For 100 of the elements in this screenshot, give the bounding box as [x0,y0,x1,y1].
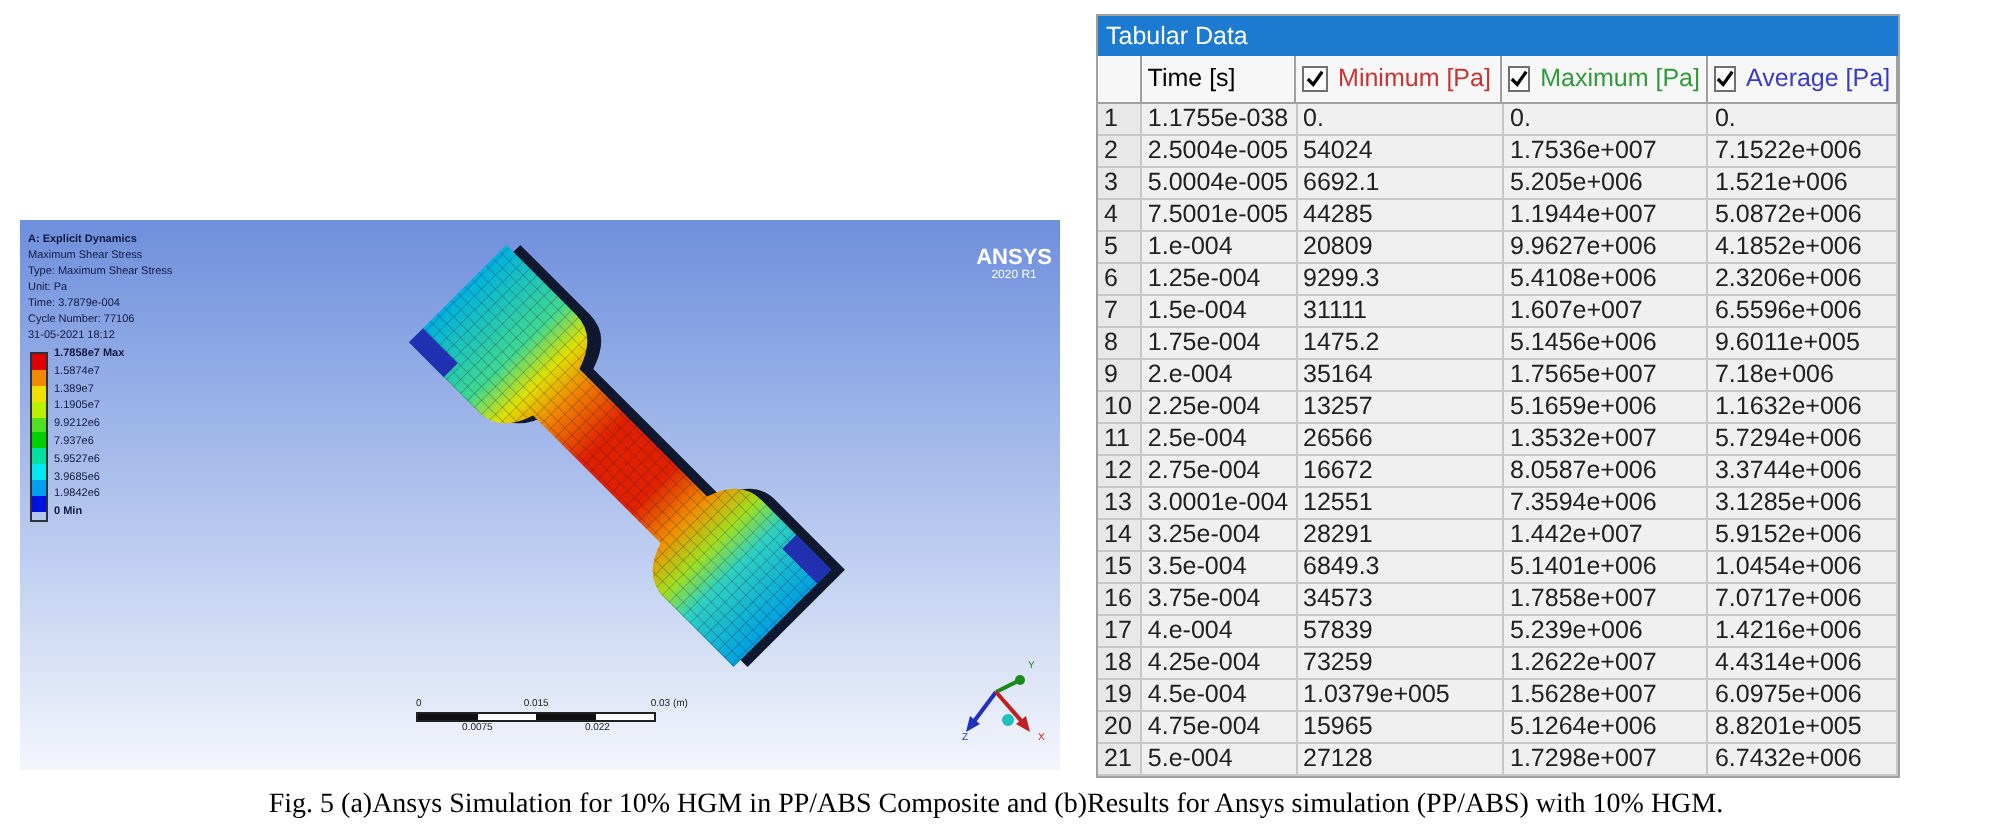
table-cell: 27128 [1297,744,1504,776]
table-cell: 34573 [1297,584,1504,616]
table-cell: 8.0587e+006 [1504,456,1709,488]
table-cell: 31111 [1297,296,1504,328]
column-header[interactable]: Time [s] [1141,56,1297,104]
row-number: 6 [1098,264,1142,296]
table-cell: 1.1632e+006 [1708,392,1898,424]
table-cell: 5.0872e+006 [1708,200,1898,232]
checkbox[interactable] [1508,66,1531,92]
table-cell: 1.5e-004 [1141,296,1298,328]
table-cell: 6.7432e+006 [1708,744,1898,776]
table-cell: 1.2622e+007 [1504,648,1709,680]
column-header[interactable]: Average [Pa] [1708,56,1898,104]
check-icon [1306,70,1325,88]
table-cell: 5.0004e-005 [1141,168,1298,200]
table-cell: 9.6011e+005 [1708,328,1898,360]
table-cell: 28291 [1297,520,1504,552]
table-cell: 3.5e-004 [1141,552,1298,584]
row-number: 18 [1098,648,1142,680]
row-number: 12 [1098,456,1142,488]
table-cell: 1.7536e+007 [1504,136,1709,168]
row-number: 17 [1098,616,1142,648]
table-cell: 5.9152e+006 [1708,520,1898,552]
table-cell: 2.75e-004 [1141,456,1298,488]
table-cell: 4.75e-004 [1141,712,1298,744]
table-cell: 5.1264e+006 [1504,712,1709,744]
row-number: 10 [1098,392,1142,424]
table-cell: 6849.3 [1297,552,1504,584]
table-cell: 0. [1708,104,1898,136]
row-number: 9 [1098,360,1142,392]
table-cell: 4.e-004 [1141,616,1298,648]
table-cell: 5.1456e+006 [1504,328,1709,360]
table-cell: 1.1755e-038 [1141,104,1298,136]
row-number: 13 [1098,488,1142,520]
table-cell: 35164 [1297,360,1504,392]
table-cell: 1.25e-004 [1141,264,1298,296]
row-number: 8 [1098,328,1142,360]
panel-title: Tabular Data [1098,16,1898,56]
row-number: 16 [1098,584,1142,616]
checkbox[interactable] [1714,66,1736,92]
table-cell: 9.9627e+006 [1504,232,1709,264]
table-cell: 3.3744e+006 [1708,456,1898,488]
table-cell: 44285 [1297,200,1504,232]
check-icon [1510,70,1529,88]
check-icon [1716,70,1734,88]
row-number: 1 [1098,104,1142,136]
table-cell: 1.3532e+007 [1504,424,1709,456]
table-cell: 5.7294e+006 [1708,424,1898,456]
table-cell: 1.75e-004 [1141,328,1298,360]
table-cell: 16672 [1297,456,1504,488]
table-cell: 0. [1504,104,1709,136]
table-cell: 4.1852e+006 [1708,232,1898,264]
table-cell: 7.3594e+006 [1504,488,1709,520]
table-cell: 1.7565e+007 [1504,360,1709,392]
row-number: 4 [1098,200,1142,232]
checkbox[interactable] [1302,66,1329,92]
row-number: 7 [1098,296,1142,328]
table-cell: 4.25e-004 [1141,648,1298,680]
table-cell: 5.1659e+006 [1504,392,1709,424]
table-cell: 9299.3 [1297,264,1504,296]
table-cell: 1475.2 [1297,328,1504,360]
table-cell: 1.1944e+007 [1504,200,1709,232]
table-cell: 6692.1 [1297,168,1504,200]
table-cell: 5.1401e+006 [1504,552,1709,584]
row-number: 5 [1098,232,1142,264]
table-cell: 0. [1297,104,1504,136]
table-cell: 1.5628e+007 [1504,680,1709,712]
row-number: 2 [1098,136,1142,168]
table-cell: 5.205e+006 [1504,168,1709,200]
table-cell: 57839 [1297,616,1504,648]
table-cell: 1.4216e+006 [1708,616,1898,648]
table-cell: 12551 [1297,488,1504,520]
table-cell: 1.607e+007 [1504,296,1709,328]
table-cell: 7.5001e-005 [1141,200,1298,232]
row-number: 14 [1098,520,1142,552]
table-cell: 5.4108e+006 [1504,264,1709,296]
table-cell: 8.8201e+005 [1708,712,1898,744]
table-cell: 2.5e-004 [1141,424,1298,456]
row-number: 3 [1098,168,1142,200]
row-number: 19 [1098,680,1142,712]
table-cell: 5.e-004 [1141,744,1298,776]
table-cell: 1.7858e+007 [1504,584,1709,616]
figure-caption: Fig. 5 (a)Ansys Simulation for 10% HGM in PP/ABS Composite and (b)Results for Ansys simulation (PP/ABS) with 10% HGM. [268,788,1724,824]
table-cell: 3.0001e-004 [1141,488,1298,520]
table-cell: 2.3206e+006 [1708,264,1898,296]
row-number: 11 [1098,424,1142,456]
column-header[interactable]: Minimum [Pa] [1296,56,1502,104]
table-cell: 6.0975e+006 [1708,680,1898,712]
table-cell: 20809 [1297,232,1504,264]
table-cell: 1.521e+006 [1708,168,1898,200]
table-cell: 7.1522e+006 [1708,136,1898,168]
logo-text: ANSYS [976,248,1052,270]
table-cell: 3.25e-004 [1141,520,1298,552]
table-cell: 5.239e+006 [1504,616,1709,648]
table-cell: 73259 [1297,648,1504,680]
row-number: 20 [1098,712,1142,744]
table-cell: 4.5e-004 [1141,680,1298,712]
table-cell: 2.25e-004 [1141,392,1298,424]
table-cell: 7.0717e+006 [1708,584,1898,616]
table-cell: 15965 [1297,712,1504,744]
